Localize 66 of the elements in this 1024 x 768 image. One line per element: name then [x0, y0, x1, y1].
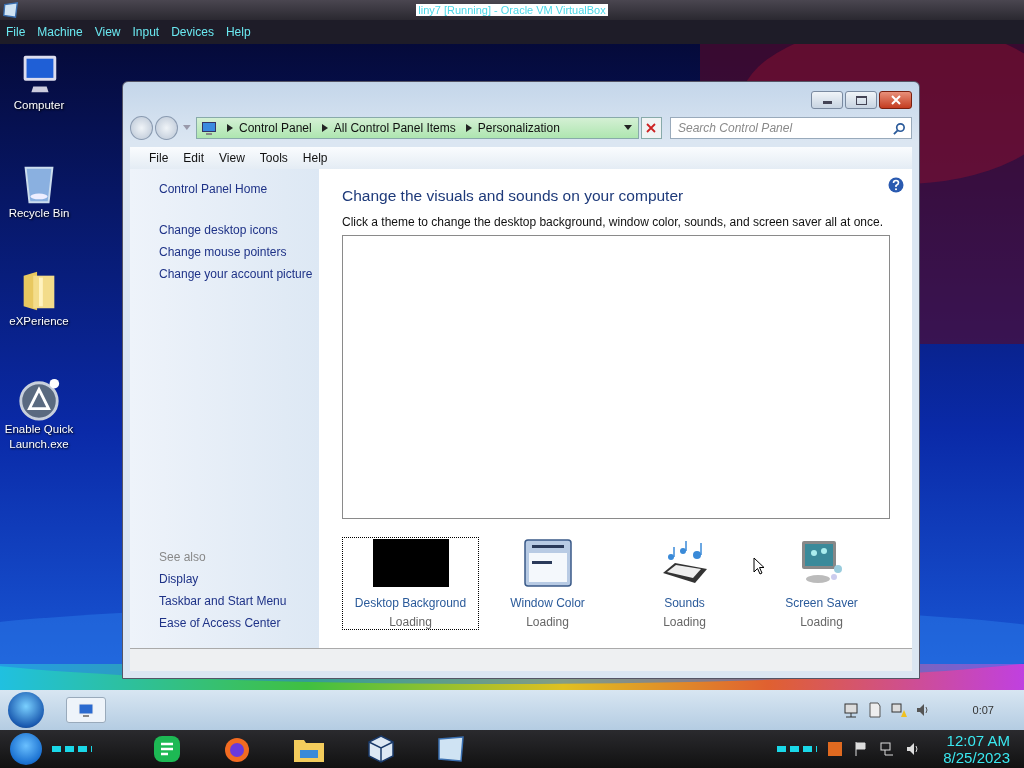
- chat-icon[interactable]: [152, 734, 182, 764]
- address-bar[interactable]: Control Panel All Control Panel Items Personalization: [196, 117, 639, 139]
- clock-date[interactable]: 8/25/2023: [943, 749, 1010, 766]
- settings-tile[interactable]: Sounds Loading: [616, 537, 753, 630]
- window-title: liny7 [Running] - Oracle VM VirtualBox: [416, 4, 608, 16]
- menu-item[interactable]: Input: [132, 25, 160, 39]
- menu-item[interactable]: Machine: [37, 25, 83, 39]
- icon-label[interactable]: Computer: [13, 98, 65, 113]
- menu-item[interactable]: File: [6, 25, 26, 39]
- menu-item[interactable]: Help: [225, 25, 251, 39]
- sidebar-link[interactable]: Change your account picture: [159, 267, 319, 281]
- sidebar-link[interactable]: Control Panel Home: [159, 182, 319, 196]
- breadcrumb[interactable]: Personalization: [477, 121, 560, 135]
- menu-item[interactable]: File: [149, 151, 169, 165]
- network-icon[interactable]: [879, 741, 896, 757]
- sidebar-link[interactable]: Taskbar and Start Menu: [159, 594, 319, 608]
- chevron-icon[interactable]: [465, 124, 472, 132]
- breadcrumb[interactable]: Control Panel: [239, 121, 312, 135]
- control-panel-icon: [78, 703, 94, 717]
- close-icon: [646, 123, 657, 133]
- chevron-icon[interactable]: [321, 124, 328, 132]
- menu-item[interactable]: Help: [302, 151, 328, 165]
- sidebar-link[interactable]: Change mouse pointers: [159, 245, 319, 259]
- taskbar-button[interactable]: [66, 697, 106, 723]
- wallpaper-preview-icon: [372, 539, 449, 587]
- maximize-button[interactable]: [845, 91, 877, 109]
- decoration-icon: [777, 746, 818, 752]
- sidebar-link[interactable]: Ease of Access Center: [159, 616, 319, 630]
- document-icon[interactable]: [866, 702, 883, 718]
- sidebar-link[interactable]: Change desktop icons: [159, 223, 319, 237]
- menu-item[interactable]: View: [219, 151, 245, 165]
- close-button[interactable]: [879, 91, 912, 109]
- settings-tile[interactable]: Desktop Background Loading: [342, 537, 479, 630]
- app-icon[interactable]: [16, 376, 62, 422]
- close-icon: [890, 95, 901, 105]
- sidebar-link[interactable]: Display: [159, 572, 319, 586]
- icon-label[interactable]: Enable Quick Launch.exe: [0, 422, 78, 452]
- clock-time[interactable]: 12:07 AM: [946, 732, 1010, 749]
- mouse-pointer-icon: [753, 557, 765, 575]
- icon-label[interactable]: eXPerience: [9, 314, 69, 329]
- menu-item[interactable]: View: [94, 25, 121, 39]
- start-button[interactable]: [10, 733, 42, 765]
- decoration-icon: [52, 746, 92, 752]
- description-text: Click a theme to change the desktop background, window color, sounds, and screen saver all at once.: [342, 215, 884, 229]
- chevron-icon[interactable]: [227, 124, 233, 132]
- menu-item[interactable]: Devices: [171, 25, 214, 39]
- warning-network-icon[interactable]: [890, 702, 907, 718]
- section-heading: See also: [159, 550, 207, 564]
- menu-item[interactable]: Edit: [183, 151, 205, 165]
- dropdown-icon[interactable]: [623, 125, 632, 131]
- page-heading: Change the visuals and sounds on your computer: [342, 187, 685, 205]
- search-icon[interactable]: [893, 122, 906, 135]
- breadcrumb[interactable]: All Control Panel Items: [333, 121, 456, 135]
- clock[interactable]: 0:07: [972, 704, 994, 716]
- search-field[interactable]: Search Control Panel: [670, 117, 912, 139]
- monitor-icon: [201, 120, 217, 136]
- window-icon: [523, 539, 572, 587]
- minimize-button[interactable]: [811, 91, 843, 109]
- help-icon[interactable]: [888, 177, 904, 193]
- menu-item[interactable]: Tools: [259, 151, 288, 165]
- settings-tile[interactable]: Screen Saver Loading: [753, 537, 890, 630]
- network-icon[interactable]: [842, 702, 859, 718]
- settings-tile[interactable]: Window Color Loading: [479, 537, 616, 630]
- icon-label[interactable]: Recycle Bin: [8, 206, 70, 221]
- start-button[interactable]: [8, 692, 44, 728]
- stop-button[interactable]: [640, 117, 662, 139]
